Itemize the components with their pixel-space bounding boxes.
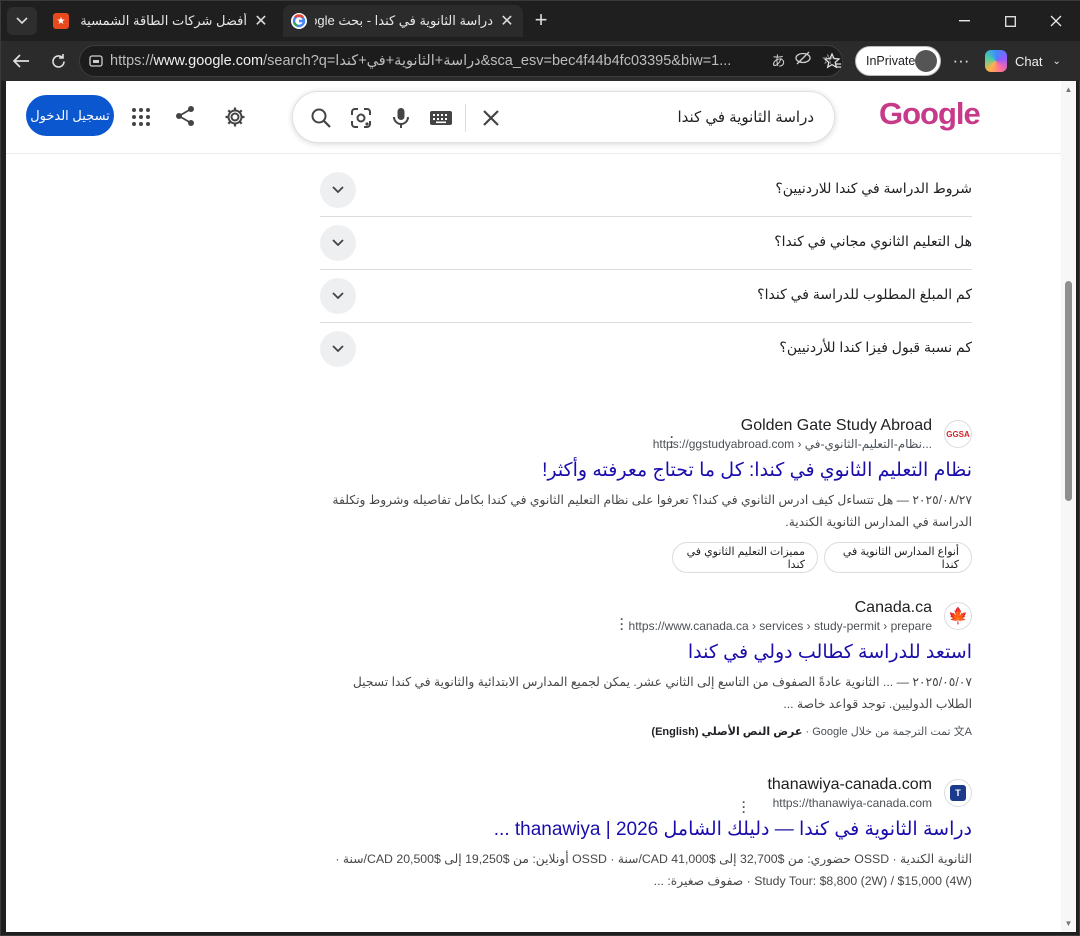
chevron-down-icon[interactable]	[320, 225, 356, 261]
tab-bar: ★ أفضل شركات الطاقة الشمسية في إر ✕ دراس…	[1, 1, 1080, 41]
result-source[interactable]: 🍁 Canada.ca https://www.canada.ca › serv…	[320, 599, 972, 635]
related-chip[interactable]: أنواع المدارس الثانوية في كندا	[824, 542, 972, 573]
url-rest: /search?q=دراسة+الثانوية+في+كندا&sca_esv…	[263, 53, 732, 69]
maple-leaf-icon: 🍁	[944, 602, 972, 630]
page-scrollbar[interactable]: ▲ ▼	[1061, 81, 1076, 932]
browser-toolbar: https://www.google.com/search?q=دراسة+ال…	[1, 41, 1080, 81]
translated-by-text: تمت الترجمة من خلال Google	[812, 726, 951, 738]
paa-question: هل التعليم الثانوي مجاني في كندا؟	[774, 233, 972, 249]
microphone-icon[interactable]	[389, 106, 413, 130]
tab-google-search[interactable]: دراسة الثانوية في كندا - بحث Google ✕	[283, 5, 523, 37]
more-vert-icon[interactable]: · · ·	[669, 431, 675, 453]
sign-in-button[interactable]: تسجيل الدخول	[26, 95, 114, 136]
scrollbar-thumb[interactable]	[1065, 281, 1072, 501]
clear-search-icon[interactable]	[479, 106, 503, 130]
site-favicon-icon: GGSA	[944, 420, 972, 448]
url-host: www.google.com	[153, 53, 264, 69]
result-title-link[interactable]: استعد للدراسة كطالب دولي في كندا	[688, 641, 972, 664]
scroll-down-icon[interactable]: ▼	[1064, 919, 1073, 928]
browser-window: ★ أفضل شركات الطاقة الشمسية في إر ✕ دراس…	[0, 0, 1080, 936]
translation-note: 文A تمت الترجمة من خلال Google · عرض النص…	[651, 726, 972, 738]
tab-favicon-icon: ★	[53, 13, 69, 29]
search-icon[interactable]	[309, 106, 333, 130]
back-arrow-icon[interactable]	[7, 47, 35, 75]
paa-question: كم المبلغ المطلوب للدراسة في كندا؟	[757, 286, 972, 302]
paa-question: كم نسبة قبول فيزا كندا للأردنيين؟	[779, 339, 972, 355]
tab-actions-menu-button[interactable]	[7, 7, 37, 35]
google-header: تسجيل الدخول دراسة الثانوية في كندا Goog…	[6, 81, 1061, 154]
close-tab-icon[interactable]: ✕	[253, 11, 269, 31]
result-snippet: الثانوية الكندية · OSSD حضوري: من $32,70…	[335, 852, 972, 888]
copilot-icon	[985, 50, 1007, 72]
minimize-icon[interactable]	[941, 1, 987, 41]
related-chip[interactable]: مميزات التعليم الثانوي في كندا	[672, 542, 818, 573]
search-result: 🍁 Canada.ca https://www.canada.ca › serv…	[320, 599, 972, 749]
favorites-icon[interactable]	[819, 47, 847, 75]
more-vert-icon[interactable]: · · ·	[619, 613, 625, 635]
read-aloud-icon[interactable]: あ	[771, 51, 785, 71]
tracking-prevention-icon[interactable]	[795, 51, 812, 71]
google-lens-icon[interactable]	[349, 106, 373, 130]
paa-item[interactable]: هل التعليم الثانوي مجاني في كندا؟	[320, 217, 972, 270]
google-logo[interactable]: Google	[879, 96, 981, 132]
chevron-down-icon	[16, 17, 28, 25]
result-title-link[interactable]: نظام التعليم الثانوي في كندا: كل ما تحتا…	[542, 459, 972, 482]
close-tab-icon[interactable]: ✕	[499, 11, 515, 31]
tab-solar-companies[interactable]: ★ أفضل شركات الطاقة الشمسية في إر ✕	[45, 5, 277, 37]
scroll-up-icon[interactable]: ▲	[1064, 85, 1073, 94]
new-tab-plus-icon[interactable]: +	[529, 9, 553, 33]
search-query-text[interactable]: دراسة الثانوية في كندا	[677, 108, 814, 126]
close-window-icon[interactable]	[1033, 1, 1079, 41]
tab-title: دراسة الثانوية في كندا - بحث Google	[315, 13, 493, 28]
tab-title: أفضل شركات الطاقة الشمسية في إر	[77, 13, 247, 28]
result-source[interactable]: GGSA Golden Gate Study Abroad https://gg…	[320, 417, 972, 453]
result-snippet: ٢٠٢٥/٠٥/٠٧ — ... الثانوية عادةً الصفوف م…	[352, 675, 972, 711]
result-title-link[interactable]: دراسة الثانوية في كندا — دليلك الشامل 20…	[494, 818, 972, 841]
paa-item[interactable]: شروط الدراسة في كندا للاردنيين؟	[320, 164, 972, 217]
site-url: https://www.canada.ca › services › study…	[628, 619, 932, 633]
google-logo-text: Google	[879, 96, 981, 131]
more-options-icon[interactable]: ···	[947, 47, 975, 75]
inprivate-badge[interactable]: InPrivate	[855, 46, 941, 76]
chevron-down-icon[interactable]	[320, 172, 356, 208]
share-icon[interactable]	[174, 105, 196, 127]
chat-label: Chat	[1015, 53, 1043, 69]
site-name: thanawiya-canada.com	[767, 776, 932, 793]
search-result: T thanawiya-canada.com https://thanawiya…	[320, 776, 972, 926]
view-original-link[interactable]: عرض النص الأصلي (English)	[651, 726, 802, 738]
address-bar[interactable]: https://www.google.com/search?q=دراسة+ال…	[79, 45, 843, 77]
site-url: https://thanawiya-canada.com	[772, 796, 932, 810]
page-content: تسجيل الدخول دراسة الثانوية في كندا Goog…	[6, 81, 1076, 932]
translate-icon: 文A	[953, 726, 972, 738]
settings-gear-icon[interactable]	[224, 106, 246, 128]
paa-question: شروط الدراسة في كندا للاردنيين؟	[775, 180, 972, 196]
keyboard-icon[interactable]	[429, 106, 453, 130]
search-divider	[465, 104, 466, 132]
chevron-down-icon[interactable]	[320, 278, 356, 314]
site-name: Golden Gate Study Abroad	[740, 417, 932, 434]
site-url: https://ggstudyabroad.com › نظام-التعليم…	[652, 437, 932, 451]
result-snippet: ٢٠٢٥/٠٨/٢٧ — هل تتساءل كيف ادرس الثانوي …	[332, 493, 972, 529]
site-info-icon[interactable]	[88, 53, 104, 69]
inprivate-label: InPrivate	[866, 54, 916, 68]
google-favicon-icon	[291, 13, 307, 29]
favicon-letter: T	[950, 785, 966, 801]
refresh-icon[interactable]	[44, 47, 72, 75]
site-name: Canada.ca	[854, 599, 932, 616]
url-prefix: https://	[110, 53, 154, 69]
chevron-down-icon[interactable]	[320, 331, 356, 367]
copilot-chat-button[interactable]: Chat ⌄	[985, 47, 1077, 75]
site-favicon-icon: T	[944, 779, 972, 807]
maximize-icon[interactable]	[987, 1, 1033, 41]
profile-avatar-icon	[915, 50, 937, 72]
search-box[interactable]: دراسة الثانوية في كندا	[292, 91, 835, 143]
more-vert-icon[interactable]: · · ·	[741, 796, 747, 818]
search-result: GGSA Golden Gate Study Abroad https://gg…	[320, 417, 972, 577]
paa-item[interactable]: كم المبلغ المطلوب للدراسة في كندا؟	[320, 270, 972, 323]
result-source[interactable]: T thanawiya-canada.com https://thanawiya…	[320, 776, 972, 818]
chevron-down-icon: ⌄	[1052, 55, 1061, 67]
paa-item[interactable]: كم نسبة قبول فيزا كندا للأردنيين؟	[320, 323, 972, 376]
apps-grid-icon[interactable]	[130, 106, 152, 128]
